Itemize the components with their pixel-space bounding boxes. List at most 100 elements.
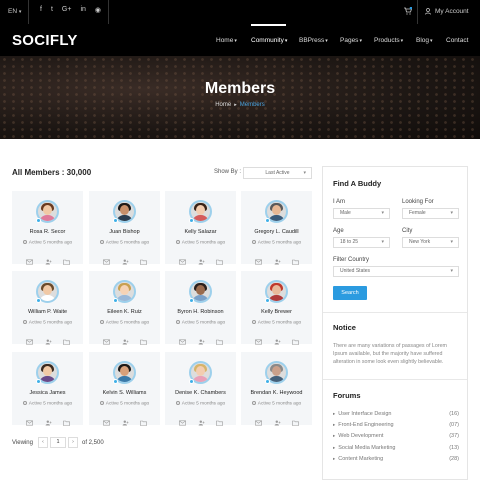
folder-icon[interactable] [216,252,223,270]
add-friend-icon[interactable] [122,413,129,431]
member-card[interactable]: Kelly Brewer Active 5 months ago [241,271,312,345]
message-icon[interactable] [179,332,186,350]
member-name[interactable]: Kelly Brewer [241,309,312,315]
add-friend-icon[interactable] [45,332,52,350]
member-name[interactable]: Kelly Salazar [165,229,236,235]
message-icon[interactable] [103,332,110,350]
member-card[interactable]: Juan Bishop Active 5 months ago [89,191,160,265]
facebook-icon[interactable]: f [40,6,42,14]
member-last-active: Active 5 months ago [12,240,83,246]
member-name[interactable]: Denise K. Chambers [165,390,236,396]
forum-item[interactable]: ▸ Front-End Engineering (07) [333,422,459,428]
city-select[interactable]: New York ▾ [402,237,459,248]
nav-item-contact[interactable]: Contact [446,37,468,44]
site-logo[interactable]: SOCIFLY [12,32,78,49]
prev-page-button[interactable]: ‹ [38,437,48,448]
member-card[interactable]: Byron H. Robinson Active 5 months ago [165,271,236,345]
online-status-dot [189,379,194,384]
member-card[interactable]: Denise K. Chambers Active 5 months ago [165,352,236,426]
nav-item-community[interactable]: Community▾ [251,37,287,44]
cart-icon[interactable] [404,7,412,15]
message-icon[interactable] [255,252,262,270]
member-card[interactable]: Brendan K. Heywood Active 5 months ago [241,352,312,426]
search-button[interactable]: Search [333,286,367,300]
forum-count: (16) [449,411,459,417]
folder-icon[interactable] [140,252,147,270]
nav-item-home[interactable]: Home▾ [216,37,237,44]
message-icon[interactable] [103,252,110,270]
add-friend-icon[interactable] [198,413,205,431]
add-friend-icon[interactable] [45,252,52,270]
nav-item-pages[interactable]: Pages▾ [340,37,362,44]
notice-title: Notice [333,323,356,332]
add-friend-icon[interactable] [198,252,205,270]
member-name[interactable]: Juan Bishop [89,229,160,235]
folder-icon[interactable] [292,413,299,431]
nav-item-products[interactable]: Products▾ [374,37,403,44]
member-card[interactable]: Jessica James Active 5 months ago [12,352,83,426]
member-actions [103,413,147,431]
add-friend-icon[interactable] [274,332,281,350]
clock-icon [99,240,104,244]
linkedin-icon[interactable]: in [80,6,85,14]
member-card[interactable]: Gregory L. Caudill Active 5 months ago [241,191,312,265]
member-card[interactable]: Kelly Salazar Active 5 months ago [165,191,236,265]
country-select[interactable]: United States ▾ [333,266,459,277]
message-icon[interactable] [179,413,186,431]
show-by-select[interactable]: Last Active ▾ [243,167,312,179]
forum-item[interactable]: ▸ Content Marketing (28) [333,456,459,462]
folder-icon[interactable] [216,332,223,350]
nav-item-bbpress[interactable]: BBPress▾ [299,37,328,44]
member-name[interactable]: Eileen K. Ruiz [89,309,160,315]
google-plus-icon[interactable]: G+ [62,6,72,14]
my-account-link[interactable]: My Account [425,8,469,15]
folder-icon[interactable] [140,332,147,350]
forum-item[interactable]: ▸ Social Media Marketing (13) [333,445,459,451]
my-account-label: My Account [435,8,469,15]
member-name[interactable]: Byron H. Robinson [165,309,236,315]
language-selector[interactable]: EN ▾ [8,8,21,15]
member-name[interactable]: Brendan K. Heywood [241,390,312,396]
member-card[interactable]: William P. Waite Active 5 months ago [12,271,83,345]
folder-icon[interactable] [63,252,70,270]
add-friend-icon[interactable] [45,413,52,431]
looking-for-select[interactable]: Female ▾ [402,208,459,219]
message-icon[interactable] [255,332,262,350]
message-icon[interactable] [103,413,110,431]
add-friend-icon[interactable] [274,413,281,431]
forum-item[interactable]: ▸ Web Development (37) [333,433,459,439]
nav-item-blog[interactable]: Blog▾ [416,37,433,44]
folder-icon[interactable] [140,413,147,431]
folder-icon[interactable] [292,252,299,270]
age-select[interactable]: 18 to 25 ▾ [333,237,390,248]
add-friend-icon[interactable] [122,332,129,350]
page-number-input[interactable]: 1 [50,437,66,448]
message-icon[interactable] [26,252,33,270]
add-friend-icon[interactable] [198,332,205,350]
folder-icon[interactable] [63,413,70,431]
folder-icon[interactable] [216,413,223,431]
forum-item[interactable]: ▸ User Interface Design (16) [333,411,459,417]
member-card[interactable]: Rosa R. Secor Active 5 months ago [12,191,83,265]
message-icon[interactable] [26,332,33,350]
i-am-select[interactable]: Male ▾ [333,208,390,219]
member-name[interactable]: Jessica James [12,390,83,396]
breadcrumb-home[interactable]: Home [215,102,231,108]
member-name[interactable]: Kelvin S. Williams [89,390,160,396]
message-icon[interactable] [255,413,262,431]
add-friend-icon[interactable] [122,252,129,270]
looking-for-label: Looking For [402,199,434,205]
member-name[interactable]: Rosa R. Secor [12,229,83,235]
message-icon[interactable] [179,252,186,270]
member-card[interactable]: Kelvin S. Williams Active 5 months ago [89,352,160,426]
member-name[interactable]: Gregory L. Caudill [241,229,312,235]
add-friend-icon[interactable] [274,252,281,270]
member-name[interactable]: William P. Waite [12,309,83,315]
message-icon[interactable] [26,413,33,431]
member-card[interactable]: Eileen K. Ruiz Active 5 months ago [89,271,160,345]
rss-icon[interactable]: ◉ [95,6,101,14]
folder-icon[interactable] [63,332,70,350]
folder-icon[interactable] [292,332,299,350]
next-page-button[interactable]: › [68,437,78,448]
twitter-icon[interactable]: t [51,6,53,14]
